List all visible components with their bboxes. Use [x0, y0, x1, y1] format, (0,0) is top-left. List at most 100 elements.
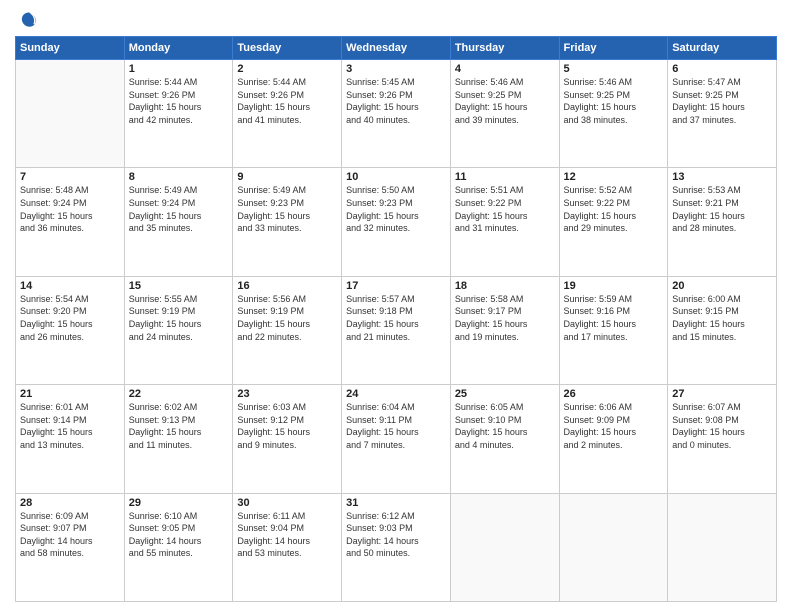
- day-number: 12: [564, 171, 664, 183]
- calendar-cell: 9Sunrise: 5:49 AM Sunset: 9:23 PM Daylig…: [233, 168, 342, 276]
- day-number: 27: [672, 388, 772, 400]
- calendar-cell: 2Sunrise: 5:44 AM Sunset: 9:26 PM Daylig…: [233, 60, 342, 168]
- day-number: 1: [129, 63, 229, 75]
- day-info: Sunrise: 6:02 AM Sunset: 9:13 PM Dayligh…: [129, 401, 229, 451]
- day-info: Sunrise: 5:49 AM Sunset: 9:24 PM Dayligh…: [129, 184, 229, 234]
- day-number: 5: [564, 63, 664, 75]
- calendar-cell: [559, 493, 668, 601]
- day-info: Sunrise: 5:56 AM Sunset: 9:19 PM Dayligh…: [237, 293, 337, 343]
- day-info: Sunrise: 5:47 AM Sunset: 9:25 PM Dayligh…: [672, 76, 772, 126]
- calendar-cell: 17Sunrise: 5:57 AM Sunset: 9:18 PM Dayli…: [342, 276, 451, 384]
- calendar-cell: 25Sunrise: 6:05 AM Sunset: 9:10 PM Dayli…: [450, 385, 559, 493]
- day-number: 26: [564, 388, 664, 400]
- day-number: 23: [237, 388, 337, 400]
- calendar-cell: 16Sunrise: 5:56 AM Sunset: 9:19 PM Dayli…: [233, 276, 342, 384]
- calendar-cell: 1Sunrise: 5:44 AM Sunset: 9:26 PM Daylig…: [124, 60, 233, 168]
- day-number: 10: [346, 171, 446, 183]
- day-info: Sunrise: 6:03 AM Sunset: 9:12 PM Dayligh…: [237, 401, 337, 451]
- calendar-cell: [16, 60, 125, 168]
- day-number: 13: [672, 171, 772, 183]
- calendar-cell: 19Sunrise: 5:59 AM Sunset: 9:16 PM Dayli…: [559, 276, 668, 384]
- day-info: Sunrise: 5:50 AM Sunset: 9:23 PM Dayligh…: [346, 184, 446, 234]
- day-number: 31: [346, 497, 446, 509]
- day-number: 19: [564, 280, 664, 292]
- day-number: 22: [129, 388, 229, 400]
- day-info: Sunrise: 5:58 AM Sunset: 9:17 PM Dayligh…: [455, 293, 555, 343]
- day-number: 6: [672, 63, 772, 75]
- calendar-cell: [668, 493, 777, 601]
- day-info: Sunrise: 6:12 AM Sunset: 9:03 PM Dayligh…: [346, 510, 446, 560]
- day-number: 15: [129, 280, 229, 292]
- day-info: Sunrise: 6:00 AM Sunset: 9:15 PM Dayligh…: [672, 293, 772, 343]
- day-info: Sunrise: 5:49 AM Sunset: 9:23 PM Dayligh…: [237, 184, 337, 234]
- day-number: 3: [346, 63, 446, 75]
- calendar-cell: 12Sunrise: 5:52 AM Sunset: 9:22 PM Dayli…: [559, 168, 668, 276]
- day-info: Sunrise: 5:52 AM Sunset: 9:22 PM Dayligh…: [564, 184, 664, 234]
- calendar-cell: 22Sunrise: 6:02 AM Sunset: 9:13 PM Dayli…: [124, 385, 233, 493]
- day-info: Sunrise: 5:46 AM Sunset: 9:25 PM Dayligh…: [455, 76, 555, 126]
- calendar-cell: 4Sunrise: 5:46 AM Sunset: 9:25 PM Daylig…: [450, 60, 559, 168]
- calendar-cell: 28Sunrise: 6:09 AM Sunset: 9:07 PM Dayli…: [16, 493, 125, 601]
- calendar-cell: 7Sunrise: 5:48 AM Sunset: 9:24 PM Daylig…: [16, 168, 125, 276]
- day-info: Sunrise: 6:10 AM Sunset: 9:05 PM Dayligh…: [129, 510, 229, 560]
- day-number: 11: [455, 171, 555, 183]
- calendar-week-row-4: 28Sunrise: 6:09 AM Sunset: 9:07 PM Dayli…: [16, 493, 777, 601]
- calendar-week-row-0: 1Sunrise: 5:44 AM Sunset: 9:26 PM Daylig…: [16, 60, 777, 168]
- day-number: 2: [237, 63, 337, 75]
- col-friday: Friday: [559, 37, 668, 60]
- day-number: 29: [129, 497, 229, 509]
- calendar-cell: 27Sunrise: 6:07 AM Sunset: 9:08 PM Dayli…: [668, 385, 777, 493]
- day-info: Sunrise: 5:51 AM Sunset: 9:22 PM Dayligh…: [455, 184, 555, 234]
- page: Sunday Monday Tuesday Wednesday Thursday…: [0, 0, 792, 612]
- calendar-week-row-2: 14Sunrise: 5:54 AM Sunset: 9:20 PM Dayli…: [16, 276, 777, 384]
- calendar-cell: 29Sunrise: 6:10 AM Sunset: 9:05 PM Dayli…: [124, 493, 233, 601]
- day-info: Sunrise: 6:04 AM Sunset: 9:11 PM Dayligh…: [346, 401, 446, 451]
- day-number: 30: [237, 497, 337, 509]
- col-wednesday: Wednesday: [342, 37, 451, 60]
- calendar-cell: 23Sunrise: 6:03 AM Sunset: 9:12 PM Dayli…: [233, 385, 342, 493]
- calendar-cell: 5Sunrise: 5:46 AM Sunset: 9:25 PM Daylig…: [559, 60, 668, 168]
- day-info: Sunrise: 5:45 AM Sunset: 9:26 PM Dayligh…: [346, 76, 446, 126]
- calendar-header-row: Sunday Monday Tuesday Wednesday Thursday…: [16, 37, 777, 60]
- calendar-cell: 24Sunrise: 6:04 AM Sunset: 9:11 PM Dayli…: [342, 385, 451, 493]
- day-number: 28: [20, 497, 120, 509]
- calendar-cell: 3Sunrise: 5:45 AM Sunset: 9:26 PM Daylig…: [342, 60, 451, 168]
- calendar-cell: 20Sunrise: 6:00 AM Sunset: 9:15 PM Dayli…: [668, 276, 777, 384]
- logo: [15, 10, 39, 30]
- day-info: Sunrise: 5:55 AM Sunset: 9:19 PM Dayligh…: [129, 293, 229, 343]
- calendar-cell: 11Sunrise: 5:51 AM Sunset: 9:22 PM Dayli…: [450, 168, 559, 276]
- col-thursday: Thursday: [450, 37, 559, 60]
- calendar-cell: 30Sunrise: 6:11 AM Sunset: 9:04 PM Dayli…: [233, 493, 342, 601]
- day-number: 9: [237, 171, 337, 183]
- col-monday: Monday: [124, 37, 233, 60]
- day-number: 14: [20, 280, 120, 292]
- day-number: 8: [129, 171, 229, 183]
- day-number: 24: [346, 388, 446, 400]
- calendar-cell: 14Sunrise: 5:54 AM Sunset: 9:20 PM Dayli…: [16, 276, 125, 384]
- day-info: Sunrise: 5:53 AM Sunset: 9:21 PM Dayligh…: [672, 184, 772, 234]
- day-info: Sunrise: 5:54 AM Sunset: 9:20 PM Dayligh…: [20, 293, 120, 343]
- day-info: Sunrise: 5:44 AM Sunset: 9:26 PM Dayligh…: [129, 76, 229, 126]
- day-info: Sunrise: 5:59 AM Sunset: 9:16 PM Dayligh…: [564, 293, 664, 343]
- calendar-cell: 15Sunrise: 5:55 AM Sunset: 9:19 PM Dayli…: [124, 276, 233, 384]
- day-info: Sunrise: 5:46 AM Sunset: 9:25 PM Dayligh…: [564, 76, 664, 126]
- calendar-table: Sunday Monday Tuesday Wednesday Thursday…: [15, 36, 777, 602]
- calendar-week-row-1: 7Sunrise: 5:48 AM Sunset: 9:24 PM Daylig…: [16, 168, 777, 276]
- day-info: Sunrise: 5:44 AM Sunset: 9:26 PM Dayligh…: [237, 76, 337, 126]
- col-tuesday: Tuesday: [233, 37, 342, 60]
- day-info: Sunrise: 6:11 AM Sunset: 9:04 PM Dayligh…: [237, 510, 337, 560]
- day-number: 17: [346, 280, 446, 292]
- day-number: 16: [237, 280, 337, 292]
- calendar-cell: 8Sunrise: 5:49 AM Sunset: 9:24 PM Daylig…: [124, 168, 233, 276]
- col-sunday: Sunday: [16, 37, 125, 60]
- day-info: Sunrise: 6:07 AM Sunset: 9:08 PM Dayligh…: [672, 401, 772, 451]
- day-number: 18: [455, 280, 555, 292]
- calendar-cell: 18Sunrise: 5:58 AM Sunset: 9:17 PM Dayli…: [450, 276, 559, 384]
- day-number: 25: [455, 388, 555, 400]
- day-number: 21: [20, 388, 120, 400]
- calendar-cell: 31Sunrise: 6:12 AM Sunset: 9:03 PM Dayli…: [342, 493, 451, 601]
- day-info: Sunrise: 5:57 AM Sunset: 9:18 PM Dayligh…: [346, 293, 446, 343]
- logo-icon: [19, 10, 39, 30]
- col-saturday: Saturday: [668, 37, 777, 60]
- calendar-week-row-3: 21Sunrise: 6:01 AM Sunset: 9:14 PM Dayli…: [16, 385, 777, 493]
